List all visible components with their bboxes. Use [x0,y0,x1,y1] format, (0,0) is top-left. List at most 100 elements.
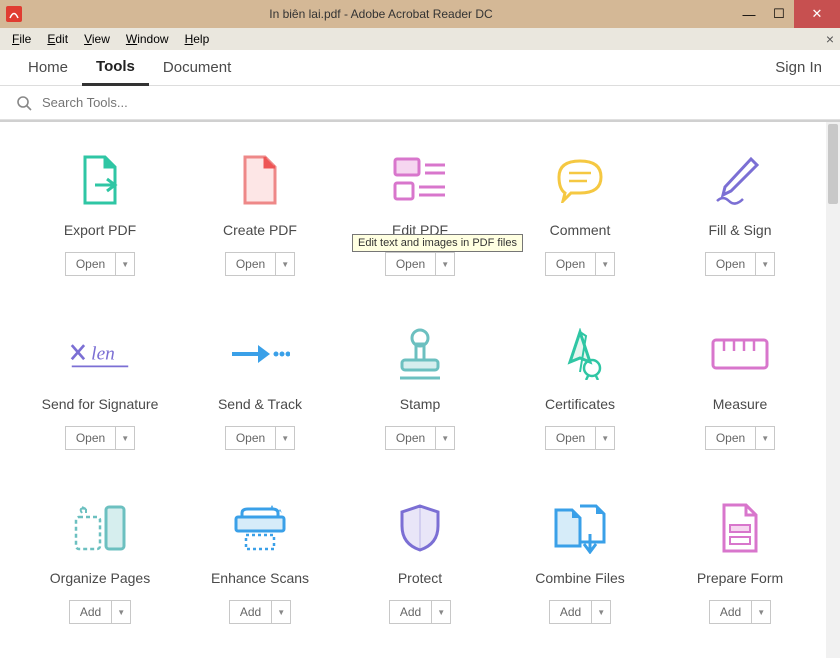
acrobat-app-icon [6,6,22,22]
tool-add-button[interactable]: Add▼ [549,600,611,624]
menu-view[interactable]: View [76,30,118,48]
create-pdf-icon [230,152,290,208]
organize-pages-icon [70,500,130,556]
chevron-down-icon[interactable]: ▼ [752,601,770,623]
chevron-down-icon[interactable]: ▼ [116,427,134,449]
searchbar [0,86,840,120]
tool-open-button[interactable]: Open▼ [385,252,455,276]
menu-edit[interactable]: Edit [39,30,76,48]
comment-icon [550,152,610,208]
minimize-button[interactable]: — [734,0,764,28]
menubar: File Edit View Window Help × [0,28,840,50]
send-signature-icon: len [70,326,130,382]
tool-send-track[interactable]: Send & Track Open▼ [190,326,330,450]
maximize-button[interactable]: ☐ [764,0,794,28]
tool-open-button[interactable]: Open▼ [385,426,455,450]
signin-link[interactable]: Sign In [775,59,822,76]
scrollbar-thumb[interactable] [828,124,838,204]
titlebar: In biên lai.pdf - Adobe Acrobat Reader D… [0,0,840,28]
tool-label: Enhance Scans [211,570,309,586]
tool-enhance-scans[interactable]: Enhance Scans Add▼ [190,500,330,624]
tool-fill-sign[interactable]: Fill & Sign Open▼ [670,152,810,276]
tool-protect[interactable]: Protect Add▼ [350,500,490,624]
tool-label: Send & Track [218,396,302,412]
tab-home[interactable]: Home [14,51,82,84]
tool-label: Protect [398,570,442,586]
close-button[interactable]: ✕ [794,0,840,28]
tools-grid: Export PDF Open▼ Create PDF Open▼ Edit P… [0,122,840,654]
document-close-icon[interactable]: × [826,31,834,47]
tool-label: Combine Files [535,570,624,586]
svg-text:len: len [91,343,115,364]
tool-label: Send for Signature [42,396,159,412]
menu-help[interactable]: Help [177,30,218,48]
chevron-down-icon[interactable]: ▼ [596,253,614,275]
tool-open-button[interactable]: Open▼ [705,252,775,276]
fill-sign-icon [710,152,770,208]
content-area: Export PDF Open▼ Create PDF Open▼ Edit P… [0,120,840,658]
tool-send-signature[interactable]: len Send for Signature Open▼ [30,326,170,450]
protect-icon [390,500,450,556]
tool-add-button[interactable]: Add▼ [229,600,291,624]
tool-prepare-form[interactable]: Prepare Form Add▼ [670,500,810,624]
tool-export-pdf[interactable]: Export PDF Open▼ [30,152,170,276]
tool-label: Create PDF [223,222,297,238]
tool-open-button[interactable]: Open▼ [705,426,775,450]
menu-file[interactable]: File [4,30,39,48]
tool-organize-pages[interactable]: Organize Pages Add▼ [30,500,170,624]
chevron-down-icon[interactable]: ▼ [436,427,454,449]
edit-pdf-icon [390,152,450,208]
tool-label: Measure [713,396,767,412]
window-controls: — ☐ ✕ [734,0,840,28]
tool-add-button[interactable]: Add▼ [709,600,771,624]
chevron-down-icon[interactable]: ▼ [592,601,610,623]
tool-open-button[interactable]: Open▼ [65,426,135,450]
search-icon [16,95,32,111]
tool-label: Stamp [400,396,440,412]
tool-combine-files[interactable]: Combine Files Add▼ [510,500,650,624]
measure-icon [710,326,770,382]
tool-label: Comment [550,222,611,238]
tab-tools[interactable]: Tools [82,50,149,86]
certificates-icon [550,326,610,382]
tool-open-button[interactable]: Open▼ [225,426,295,450]
tooltip-edit-pdf: Edit text and images in PDF files [352,234,523,252]
tool-stamp[interactable]: Stamp Open▼ [350,326,490,450]
tool-open-button[interactable]: Open▼ [545,426,615,450]
chevron-down-icon[interactable]: ▼ [276,427,294,449]
tool-label: Export PDF [64,222,136,238]
tab-document[interactable]: Document [149,51,245,84]
tool-comment[interactable]: Comment Open▼ [510,152,650,276]
chevron-down-icon[interactable]: ▼ [112,601,130,623]
chevron-down-icon[interactable]: ▼ [272,601,290,623]
menu-window[interactable]: Window [118,30,177,48]
tool-open-button[interactable]: Open▼ [545,252,615,276]
tool-label: Fill & Sign [708,222,771,238]
tool-create-pdf[interactable]: Create PDF Open▼ [190,152,330,276]
tabbar: Home Tools Document Sign In [0,50,840,86]
tool-measure[interactable]: Measure Open▼ [670,326,810,450]
chevron-down-icon[interactable]: ▼ [596,427,614,449]
chevron-down-icon[interactable]: ▼ [436,253,454,275]
tool-open-button[interactable]: Open▼ [225,252,295,276]
chevron-down-icon[interactable]: ▼ [432,601,450,623]
chevron-down-icon[interactable]: ▼ [756,253,774,275]
enhance-scans-icon [230,500,290,556]
tool-edit-pdf[interactable]: Edit PDF Edit text and images in PDF fil… [350,152,490,276]
tool-add-button[interactable]: Add▼ [69,600,131,624]
tool-add-button[interactable]: Add▼ [389,600,451,624]
stamp-icon [390,326,450,382]
tool-label: Organize Pages [50,570,150,586]
window-title: In biên lai.pdf - Adobe Acrobat Reader D… [28,7,734,21]
tool-label: Certificates [545,396,615,412]
tool-certificates[interactable]: Certificates Open▼ [510,326,650,450]
tool-label: Prepare Form [697,570,783,586]
tool-open-button[interactable]: Open▼ [65,252,135,276]
chevron-down-icon[interactable]: ▼ [276,253,294,275]
export-pdf-icon [70,152,130,208]
chevron-down-icon[interactable]: ▼ [116,253,134,275]
combine-files-icon [550,500,610,556]
chevron-down-icon[interactable]: ▼ [756,427,774,449]
send-track-icon [230,326,290,382]
search-input[interactable] [42,95,824,110]
